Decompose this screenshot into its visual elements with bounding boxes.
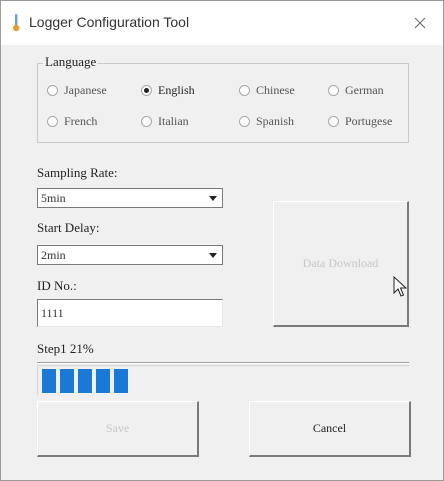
start-delay-value: 2min: [41, 248, 66, 262]
radio-circle: [47, 85, 58, 96]
dropdown-arrow-icon: [204, 246, 222, 264]
cancel-button-label: Cancel: [312, 421, 347, 435]
radio-label: Portugese: [345, 114, 393, 128]
radio-italian[interactable]: Italian: [141, 114, 189, 129]
radio-english[interactable]: English: [141, 83, 195, 98]
id-no-input[interactable]: 1111: [37, 299, 223, 327]
radio-circle: [239, 85, 250, 96]
radio-label: Chinese: [256, 83, 295, 97]
id-no-label: ID No.:: [37, 278, 77, 293]
radio-label: German: [345, 83, 384, 97]
radio-circle: [328, 116, 339, 127]
language-group-label: Language: [43, 54, 99, 70]
radio-chinese[interactable]: Chinese: [239, 83, 295, 98]
radio-circle: [47, 116, 58, 127]
progress-bar: [37, 365, 409, 395]
radio-circle: [328, 85, 339, 96]
radio-circle: [141, 85, 152, 96]
radio-french[interactable]: French: [47, 114, 97, 129]
start-delay-label: Start Delay:: [37, 220, 100, 235]
language-groupbox: Language Japanese English Chinese German…: [37, 54, 409, 143]
sampling-rate-label: Sampling Rate:: [37, 165, 118, 180]
logger-config-window: Logger Configuration Tool Language Japan…: [0, 0, 444, 481]
save-button-label: Save: [105, 421, 130, 435]
radio-label: Spanish: [256, 114, 295, 128]
close-icon: [414, 17, 426, 29]
progress-status-label: Step1 21%: [37, 341, 94, 356]
close-button[interactable]: [397, 1, 443, 45]
radio-label: English: [158, 83, 195, 97]
radio-label: French: [64, 114, 98, 128]
radio-japanese[interactable]: Japanese: [47, 83, 107, 98]
progress-block: [96, 369, 110, 393]
thermometer-icon: [13, 14, 20, 32]
mouse-pointer-icon: [393, 276, 407, 297]
window-title: Logger Configuration Tool: [29, 14, 190, 30]
progress-block: [114, 369, 128, 393]
progress-block: [60, 369, 74, 393]
radio-german[interactable]: German: [328, 83, 384, 98]
separator: [37, 362, 409, 364]
title-bar[interactable]: Logger Configuration Tool: [1, 1, 443, 45]
sampling-rate-value: 5min: [41, 191, 66, 205]
dialog-content: Language Japanese English Chinese German…: [1, 45, 443, 480]
cancel-button[interactable]: Cancel: [249, 401, 411, 457]
start-delay-dropdown[interactable]: 2min: [37, 245, 223, 265]
radio-label: Japanese: [64, 83, 107, 97]
radio-portugese[interactable]: Portugese: [328, 114, 392, 129]
id-no-value: 1111: [41, 306, 64, 320]
save-button[interactable]: Save: [37, 401, 199, 457]
sampling-rate-dropdown[interactable]: 5min: [37, 188, 223, 208]
radio-label: Italian: [158, 114, 189, 128]
progress-block: [42, 369, 56, 393]
radio-circle: [141, 116, 152, 127]
progress-block: [78, 369, 92, 393]
radio-spanish[interactable]: Spanish: [239, 114, 294, 129]
radio-circle: [239, 116, 250, 127]
data-download-button[interactable]: Data Download: [273, 201, 409, 327]
data-download-label: Data Download: [302, 256, 379, 270]
dropdown-arrow-icon: [204, 189, 222, 207]
